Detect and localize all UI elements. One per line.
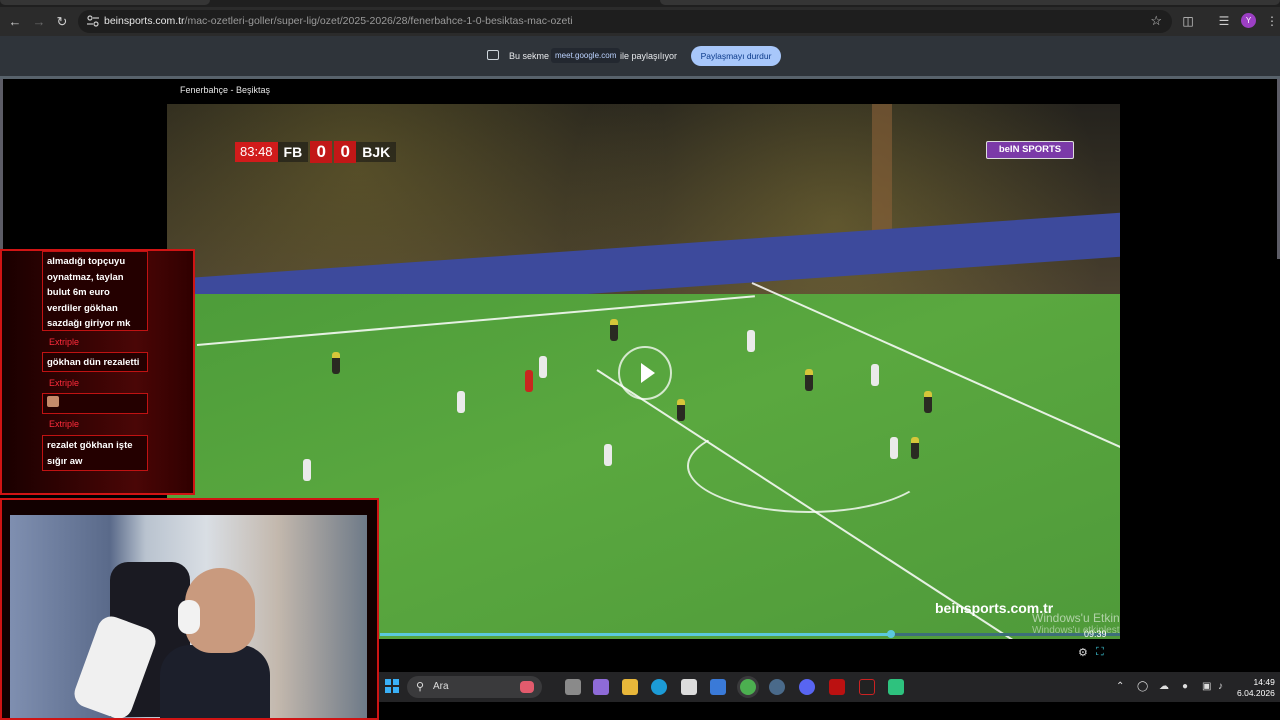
player (747, 330, 755, 352)
game-app-icon[interactable] (888, 679, 904, 695)
chat-message: gökhan dün rezaletti (42, 352, 148, 372)
chat-message: almadığı topçuyu oynatmaz, taylan bulut … (42, 251, 148, 331)
file-explorer-icon[interactable] (622, 679, 638, 695)
webcam-overlay (0, 498, 379, 720)
home-score: 0 (310, 141, 333, 163)
copilot-icon[interactable] (593, 679, 609, 695)
video-title: Fenerbahçe - Beşiktaş (180, 85, 271, 95)
taskbar-search[interactable]: ⚲ Ara (407, 676, 542, 698)
streamer-body (160, 645, 270, 718)
share-text-after: ile paylaşılıyor (620, 51, 678, 61)
profile-avatar[interactable]: Y (1241, 13, 1256, 28)
share-text-before: Bu sekme (509, 51, 550, 61)
player (303, 459, 311, 481)
tray-app-icon[interactable]: ◯ (1137, 681, 1148, 692)
away-team: BJK (356, 142, 397, 162)
extensions-icon[interactable]: ◫ (1180, 13, 1196, 29)
task-view-icon[interactable] (565, 679, 581, 695)
search-highlight-icon (520, 681, 534, 693)
chat-message-text: rezalet gökhan işte sığır aw (47, 440, 133, 467)
chat-author: Extriple (49, 337, 80, 347)
taskbar-clock[interactable]: 14:49 6.04.2026 (1237, 677, 1275, 699)
url-path: /mac-ozetleri-goller/super-lig/ozet/2025… (184, 15, 573, 27)
fullscreen-icon[interactable]: ⛶ (1096, 646, 1104, 659)
steam-icon[interactable] (769, 679, 785, 695)
windows-taskbar: ⚲ Ara ⌃ ◯ ☁ ● ▣ ♪ 14:49 6.04.2026 (379, 672, 1280, 702)
player (332, 352, 340, 374)
network-icon[interactable]: ▣ (1202, 681, 1211, 692)
stop-sharing-button[interactable]: Paylaşmayı durdur (691, 46, 781, 66)
tab-edge[interactable] (660, 0, 1280, 5)
player (457, 391, 465, 413)
webcam-background (10, 515, 367, 718)
player (677, 399, 685, 421)
discord-icon[interactable] (799, 679, 815, 695)
tab-strip (0, 0, 1280, 7)
photos-icon[interactable] (710, 679, 726, 695)
app-red-icon[interactable] (859, 679, 875, 695)
search-icon: ⚲ (416, 681, 425, 693)
media-control-icon[interactable]: ☰ (1216, 13, 1232, 29)
reload-button[interactable]: ↻ (53, 13, 71, 31)
back-button[interactable]: ← (6, 13, 24, 31)
referee (525, 370, 533, 392)
microphone-icon[interactable]: ● (1182, 681, 1188, 692)
tab-edge[interactable] (0, 0, 210, 5)
url-text: beinsports.com.tr/mac-ozetleri-goller/su… (104, 15, 573, 27)
share-host-chip: meet.google.com (551, 48, 621, 63)
browser-toolbar: ← → ↻ beinsports.com.tr/mac-ozetleri-gol… (0, 7, 1280, 36)
scorebug: 83:48 FB 0 0 BJK (235, 141, 397, 163)
chat-author: Extriple (49, 419, 80, 429)
chat-author: Extriple (49, 378, 80, 388)
edge-browser-icon[interactable] (651, 679, 667, 695)
taskbar-date: 6.04.2026 (1237, 688, 1275, 698)
settings-gear-icon[interactable]: ⚙ (1078, 646, 1088, 659)
chat-message: rezalet gökhan işte sığır aw (42, 435, 148, 471)
chat-message-text: almadığı topçuyu oynatmaz, taylan bulut … (47, 256, 131, 329)
site-info-icon[interactable] (86, 14, 100, 28)
player (805, 369, 813, 391)
store-icon[interactable] (681, 679, 697, 695)
video-progress-knob[interactable] (886, 630, 895, 638)
menu-kebab-icon[interactable]: ⋮ (1264, 13, 1280, 29)
video-current-time: 09:39 (1084, 629, 1107, 639)
chat-emote-icon (47, 396, 59, 407)
volume-icon[interactable]: ♪ (1218, 681, 1223, 692)
player (871, 364, 879, 386)
video-progress-bar[interactable] (380, 630, 1120, 638)
chat-message-text: gökhan dün rezaletti (47, 357, 140, 368)
stream-chat-overlay: almadığı topçuyu oynatmaz, taylan bulut … (0, 249, 195, 495)
screen-share-icon (487, 50, 499, 60)
windows-activation-title: Windows'u Etkinleştir (1032, 611, 1120, 625)
player (610, 319, 618, 341)
bookmark-star-icon[interactable]: ☆ (1150, 13, 1162, 29)
url-domain: beinsports.com.tr (104, 15, 185, 27)
video-progress-fill (380, 633, 891, 636)
address-bar[interactable]: beinsports.com.tr/mac-ozetleri-goller/su… (78, 10, 1172, 33)
center-circle (687, 419, 931, 513)
onedrive-icon[interactable]: ☁ (1159, 681, 1169, 692)
shield-icon[interactable] (829, 679, 845, 695)
tray-overflow-icon[interactable]: ⌃ (1116, 681, 1124, 692)
match-clock: 83:48 (235, 142, 278, 162)
player (911, 437, 919, 459)
player (890, 437, 898, 459)
page-edge-left (0, 79, 3, 259)
away-score: 0 (334, 141, 357, 163)
forward-button[interactable]: → (30, 13, 48, 31)
play-button[interactable] (618, 346, 672, 400)
home-team: FB (277, 142, 309, 162)
taskbar-time: 14:49 (1253, 677, 1275, 687)
player (924, 391, 932, 413)
taskbar-search-placeholder: Ara (433, 681, 449, 692)
player (539, 356, 547, 378)
headphones (178, 600, 200, 634)
tab-sharing-bar: Bu sekme meet.google.com ile paylaşılıyo… (0, 36, 1280, 76)
chrome-icon[interactable] (740, 679, 756, 695)
player (604, 444, 612, 466)
broadcaster-logo: beIN SPORTS (986, 141, 1074, 159)
windows-start-icon[interactable] (385, 679, 399, 693)
chat-message (42, 393, 148, 414)
